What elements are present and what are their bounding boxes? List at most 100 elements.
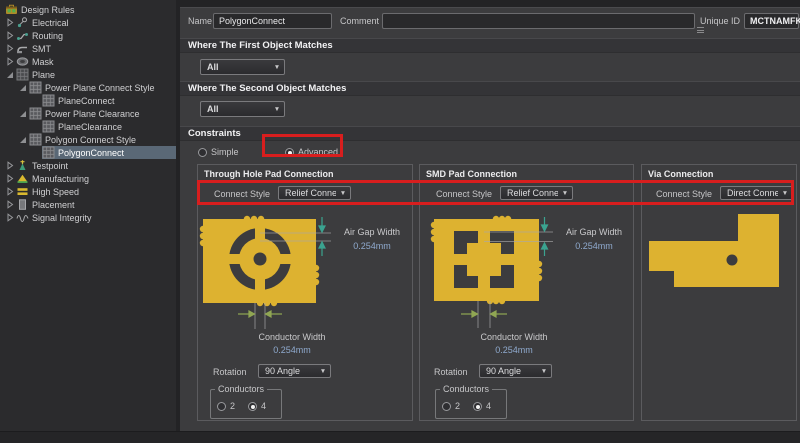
expander-expanded-icon[interactable] [4, 68, 16, 81]
smd-connect-style-dropdown[interactable]: Relief Connect ▼ [500, 186, 573, 200]
tree-item-label: PlaneConnect [58, 96, 115, 106]
through-hole-rotation-dropdown[interactable]: 90 Angle ▼ [258, 364, 331, 378]
rotation-label: Rotation [434, 367, 468, 377]
name-input[interactable] [213, 13, 332, 29]
tree-item-signal-integrity[interactable]: Signal Integrity [0, 211, 176, 224]
chevron-down-icon: ▼ [270, 106, 284, 113]
radio-icon[interactable] [442, 402, 451, 411]
radio-icon[interactable] [198, 148, 207, 157]
connect-style-label: Connect Style [656, 189, 712, 199]
expander-collapsed-icon[interactable] [4, 185, 16, 198]
conductors-group: Conductors 24 [210, 389, 282, 419]
design-rules-icon [5, 3, 18, 16]
chevron-down-icon: ▼ [336, 190, 350, 197]
radio-icon[interactable] [217, 402, 226, 411]
bottom-strip [0, 431, 800, 443]
conductors-option-2[interactable]: 2 [442, 401, 460, 411]
plane-icon [16, 68, 29, 81]
via-connection-group: Via Connection Connect Style Direct Conn… [641, 164, 797, 421]
chevron-down-icon: ▼ [558, 190, 572, 197]
tree-item-label: Signal Integrity [32, 213, 92, 223]
expander-expanded-icon[interactable] [17, 81, 29, 94]
smd-relief-diagram: Air Gap Width 0.254mm Conductor Width 0.… [420, 211, 635, 357]
through-hole-connect-style-dropdown[interactable]: Relief Connect ▼ [278, 186, 351, 200]
unique-id-label: Unique ID [700, 16, 740, 27]
smd-rotation-dropdown[interactable]: 90 Angle ▼ [479, 364, 552, 378]
tree-item-label: SMT [32, 44, 51, 54]
tree-item-mask[interactable]: Mask [0, 55, 176, 68]
comment-resize-grip-icon[interactable] [697, 27, 704, 33]
comment-input[interactable] [382, 13, 695, 29]
expander-expanded-icon[interactable] [17, 133, 29, 146]
high-speed-icon [16, 185, 29, 198]
tree-item-label: Manufacturing [32, 174, 89, 184]
tree-item-smt[interactable]: SMT [0, 42, 176, 55]
rule-icon [29, 133, 42, 146]
tree-item-label: High Speed [32, 187, 79, 197]
tree-item-power-plane-connect-style[interactable]: Power Plane Connect Style [0, 81, 176, 94]
expander-collapsed-icon[interactable] [4, 198, 16, 211]
conductor-width-value: 0.254mm [495, 345, 533, 355]
tree-item-routing[interactable]: Routing [0, 29, 176, 42]
radio-advanced[interactable]: Advanced [285, 147, 338, 157]
unique-id-value[interactable]: MCTNAMFK [744, 13, 799, 29]
expander-spacer [30, 146, 42, 159]
first-object-scope-dropdown[interactable]: All ▼ [200, 59, 285, 75]
via-direct-diagram [642, 211, 798, 321]
expander-collapsed-icon[interactable] [4, 55, 16, 68]
via-connect-style-dropdown[interactable]: Direct Connect ▼ [720, 186, 793, 200]
tree-item-planeclearance[interactable]: PlaneClearance [0, 120, 176, 133]
tree-item-manufacturing[interactable]: Manufacturing [0, 172, 176, 185]
smt-icon [16, 42, 29, 55]
tree-item-power-plane-clearance[interactable]: Power Plane Clearance [0, 107, 176, 120]
expander-collapsed-icon[interactable] [4, 172, 16, 185]
radio-simple[interactable]: Simple [198, 147, 239, 157]
expander-collapsed-icon[interactable] [4, 29, 16, 42]
conductor-width-label: Conductor Width [258, 332, 325, 342]
name-label: Name [188, 16, 212, 27]
conductors-option-4[interactable]: 4 [248, 401, 266, 411]
air-gap-width-value: 0.254mm [575, 241, 613, 251]
rule-icon [29, 107, 42, 120]
constraints-header: Constraints [180, 126, 800, 141]
tree-item-label: PlaneClearance [58, 122, 122, 132]
tree-item-design-rules[interactable]: Design Rules [0, 3, 176, 16]
air-gap-width-label: Air Gap Width [344, 227, 400, 237]
tree-item-high-speed[interactable]: High Speed [0, 185, 176, 198]
conductors-option-label: 2 [230, 401, 235, 411]
tree-item-label: Polygon Connect Style [45, 135, 136, 145]
manufacturing-icon [16, 172, 29, 185]
expander-collapsed-icon[interactable] [4, 211, 16, 224]
conductors-option-2[interactable]: 2 [217, 401, 235, 411]
expander-collapsed-icon[interactable] [4, 42, 16, 55]
radio-icon[interactable] [248, 402, 257, 411]
rule-editor-panel: Name Comment Unique ID MCTNAMFK Where Th… [180, 0, 800, 431]
rotation-label: Rotation [213, 367, 247, 377]
rules-tree: Design RulesElectricalRoutingSMTMaskPlan… [0, 0, 176, 224]
electrical-icon [16, 16, 29, 29]
air-gap-width-value: 0.254mm [353, 241, 391, 251]
chevron-down-icon: ▼ [778, 190, 792, 197]
radio-icon[interactable] [473, 402, 482, 411]
tree-item-polygon-connect-style[interactable]: Polygon Connect Style [0, 133, 176, 146]
second-object-matches-header: Where The Second Object Matches [180, 81, 800, 96]
tree-item-placement[interactable]: Placement [0, 198, 176, 211]
conductors-option-4[interactable]: 4 [473, 401, 491, 411]
tree-item-plane[interactable]: Plane [0, 68, 176, 81]
tree-item-testpoint[interactable]: Testpoint [0, 159, 176, 172]
expander-expanded-icon[interactable] [17, 107, 29, 120]
connect-style-label: Connect Style [436, 189, 492, 199]
radio-icon[interactable] [285, 148, 294, 157]
tree-item-electrical[interactable]: Electrical [0, 16, 176, 29]
tree-item-label: Mask [32, 57, 54, 67]
expander-collapsed-icon[interactable] [4, 159, 16, 172]
second-object-scope-dropdown[interactable]: All ▼ [200, 101, 285, 117]
tree-item-label: Routing [32, 31, 63, 41]
tree-item-polygonconnect[interactable]: PolygonConnect [0, 146, 176, 159]
through-hole-relief-diagram: Air Gap Width 0.254mm Conductor Width 0.… [198, 211, 414, 357]
tree-item-label: Design Rules [21, 5, 75, 15]
expander-collapsed-icon[interactable] [4, 16, 16, 29]
routing-icon [16, 29, 29, 42]
signal-integrity-icon [16, 211, 29, 224]
tree-item-planeconnect[interactable]: PlaneConnect [0, 94, 176, 107]
